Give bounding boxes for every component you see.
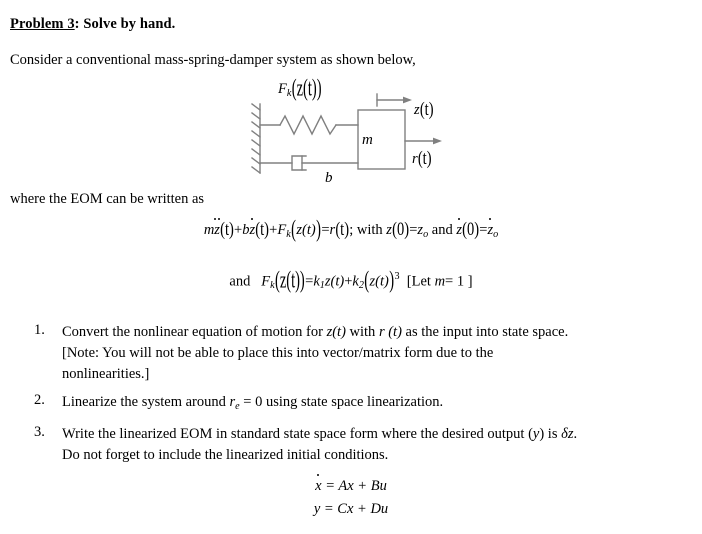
problem-title-rest: : Solve by hand. xyxy=(74,16,176,32)
spring-force-label: Fk(z(t)) xyxy=(278,75,322,102)
question-item-3: 3. Write the linearized EOM in standard … xyxy=(34,424,684,466)
question-1-line-1: Convert the nonlinear equation of motion… xyxy=(62,324,569,340)
equation-output: y = Cx + Du xyxy=(313,501,389,517)
question-body-2: Linearize the system around re = 0 using… xyxy=(62,392,684,417)
question-1-line-3: nonlinearities.] xyxy=(62,366,150,382)
equation-eom: mz(t)+bz(t)+Fk(z(t))=r(t); with z(0)=zo … xyxy=(203,216,499,243)
question-3-line-2: Do not forget to include the linearized … xyxy=(62,446,389,463)
z-arrow-head xyxy=(403,96,412,104)
question-body-3: Write the linearized EOM in standard sta… xyxy=(62,424,684,466)
equation-state-derivative: x = Ax + Bu xyxy=(315,473,387,494)
damper-label: b xyxy=(325,170,333,186)
eom-intro-line: where the EOM can be written as xyxy=(10,191,205,207)
question-list: 1. Convert the nonlinear equation of mot… xyxy=(34,322,684,473)
question-item-1: 1. Convert the nonlinear equation of mot… xyxy=(34,322,684,385)
r-arrow-head xyxy=(433,137,442,145)
mass-label: m xyxy=(362,132,373,148)
document-page: Problem 3: Solve by hand. Consider a con… xyxy=(0,0,702,534)
question-item-2: 2. Linearize the system around re = 0 us… xyxy=(34,392,684,417)
question-number-3: 3. xyxy=(34,423,45,440)
question-1-line-2: [Note: You will not be able to place thi… xyxy=(62,345,494,361)
mass-spring-damper-diagram: Fk(z(t)) z(t) r(t) m b xyxy=(248,75,468,190)
displacement-label: z(t) xyxy=(414,99,434,121)
question-3-line-1: Write the linearized EOM in standard sta… xyxy=(62,425,578,442)
question-body-1: Convert the nonlinear equation of motion… xyxy=(62,322,684,385)
input-force-label: r(t) xyxy=(412,148,432,170)
intro-paragraph: Consider a conventional mass-spring-damp… xyxy=(10,52,416,68)
problem-label: Problem 3 xyxy=(10,16,75,32)
question-2-line-1: Linearize the system around re = 0 using… xyxy=(62,394,444,412)
question-number-2: 2. xyxy=(34,392,45,408)
page-title: Problem 3: Solve by hand. xyxy=(10,16,175,33)
spring-coil xyxy=(279,114,337,136)
equation-spring-force: and Fk(z(t))=k1z(t)+k2(z(t))3 [Let m= 1 … xyxy=(229,267,473,295)
question-number-1: 1. xyxy=(34,322,45,338)
